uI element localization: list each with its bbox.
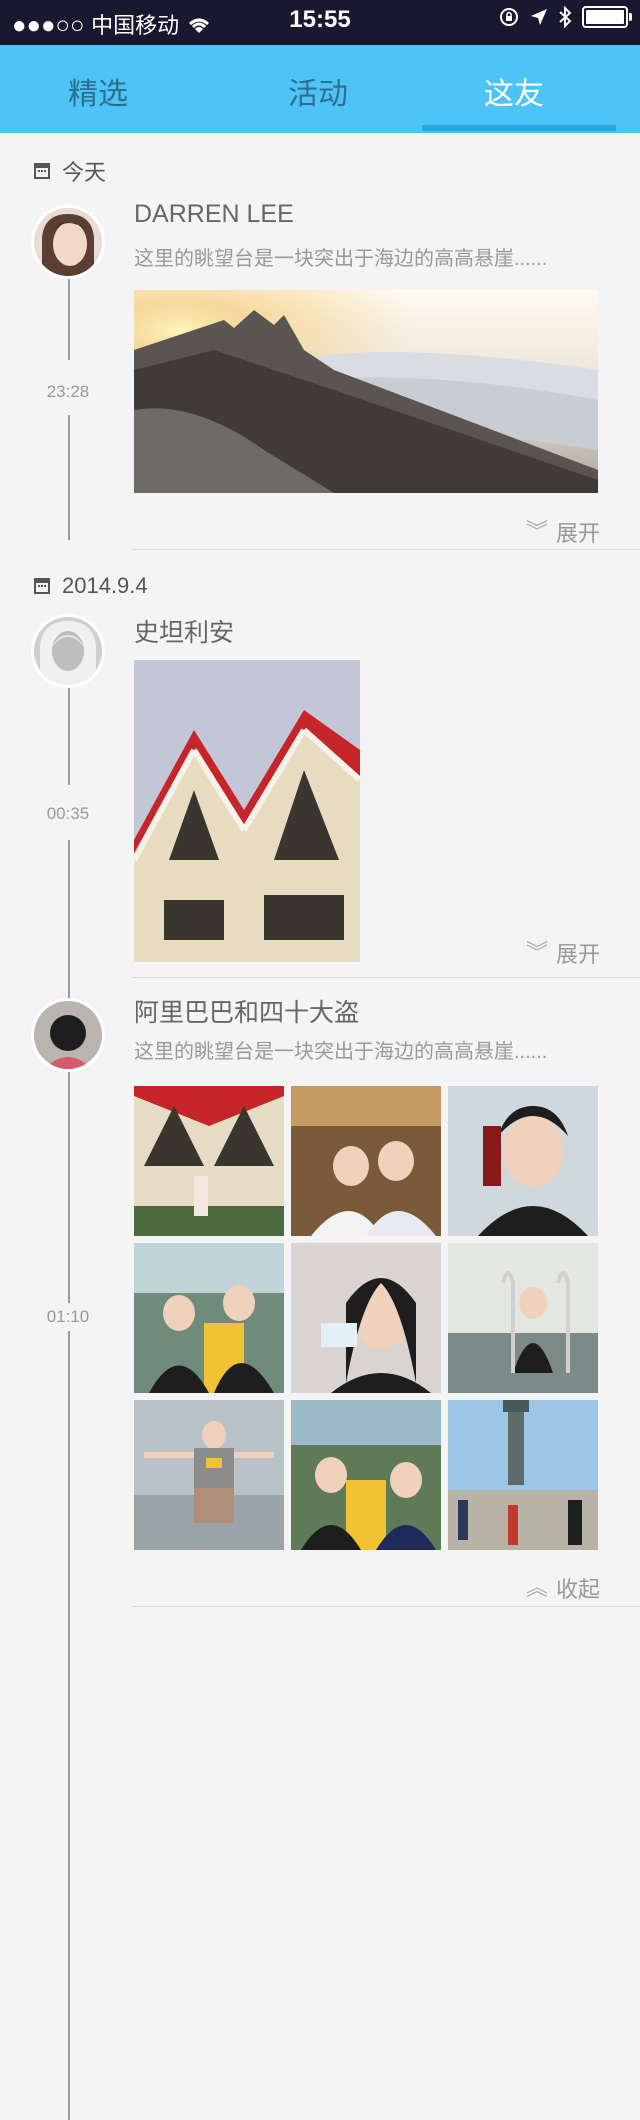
location-arrow-icon bbox=[531, 9, 547, 25]
calendar-icon bbox=[34, 578, 50, 594]
grid-photo[interactable] bbox=[134, 1086, 284, 1236]
collapse-toggle[interactable]: ︽ 收起 bbox=[526, 1572, 600, 1604]
grid-photo[interactable] bbox=[291, 1243, 441, 1393]
grid-photo[interactable] bbox=[448, 1243, 598, 1393]
timeline-line bbox=[68, 680, 70, 785]
post-time: 01:10 bbox=[36, 1303, 100, 1331]
timeline-line bbox=[68, 415, 70, 540]
grid-photo[interactable] bbox=[448, 1086, 598, 1236]
grid-photo[interactable] bbox=[291, 1400, 441, 1550]
bluetooth-icon bbox=[559, 6, 572, 28]
post-time: 00:35 bbox=[36, 800, 100, 828]
expand-label: 展开 bbox=[555, 942, 600, 967]
calendar-icon bbox=[34, 163, 50, 179]
tab-activities[interactable]: 活动 bbox=[288, 69, 348, 113]
expand-toggle[interactable]: ︾ 展开 bbox=[526, 937, 600, 969]
date-header: 2014.9.4 bbox=[34, 573, 148, 599]
status-bar: ●●●○○ 中国移动 15:55 bbox=[0, 0, 640, 45]
date-header: 今天 bbox=[34, 155, 106, 187]
post-photo-mountain[interactable] bbox=[134, 290, 598, 493]
post-time: 23:28 bbox=[36, 378, 100, 406]
user-name[interactable]: 史坦利安 bbox=[134, 613, 234, 649]
battery-icon bbox=[582, 6, 632, 28]
tab-bar: 精选 活动 这友 bbox=[0, 45, 640, 133]
user-name[interactable]: DARREN LEE bbox=[134, 200, 294, 229]
tab-friends[interactable]: 这友 bbox=[484, 69, 544, 113]
grid-photo[interactable] bbox=[291, 1086, 441, 1236]
post-text: 这里的眺望台是一块突出于海边的高高悬崖...... bbox=[134, 248, 548, 270]
avatar[interactable] bbox=[31, 998, 105, 1072]
user-name[interactable]: 阿里巴巴和四十大盗 bbox=[134, 993, 359, 1029]
grid-photo[interactable] bbox=[448, 1400, 598, 1550]
post-text: 这里的眺望台是一块突出于海边的高高悬崖...... bbox=[134, 1041, 548, 1063]
post-divider bbox=[132, 549, 640, 550]
date-label: 今天 bbox=[62, 160, 107, 185]
grid-photo[interactable] bbox=[134, 1400, 284, 1550]
date-label: 2014.9.4 bbox=[62, 573, 148, 598]
grid-photo[interactable] bbox=[134, 1243, 284, 1393]
tab-featured[interactable]: 精选 bbox=[68, 69, 128, 113]
rotation-lock-icon bbox=[500, 8, 518, 26]
post-divider bbox=[132, 1606, 640, 1607]
post-divider bbox=[132, 977, 640, 978]
avatar[interactable] bbox=[31, 205, 105, 279]
double-chevron-down-icon: ︾ bbox=[525, 519, 548, 544]
collapse-label: 收起 bbox=[555, 1577, 600, 1602]
active-tab-indicator bbox=[422, 125, 616, 131]
double-chevron-down-icon: ︾ bbox=[525, 940, 548, 965]
status-icons bbox=[498, 6, 632, 28]
double-chevron-up-icon: ︽ bbox=[525, 1575, 548, 1600]
avatar[interactable] bbox=[31, 614, 105, 688]
expand-label: 展开 bbox=[555, 521, 600, 546]
post-photo-house[interactable] bbox=[134, 660, 360, 962]
expand-toggle[interactable]: ︾ 展开 bbox=[526, 516, 600, 548]
